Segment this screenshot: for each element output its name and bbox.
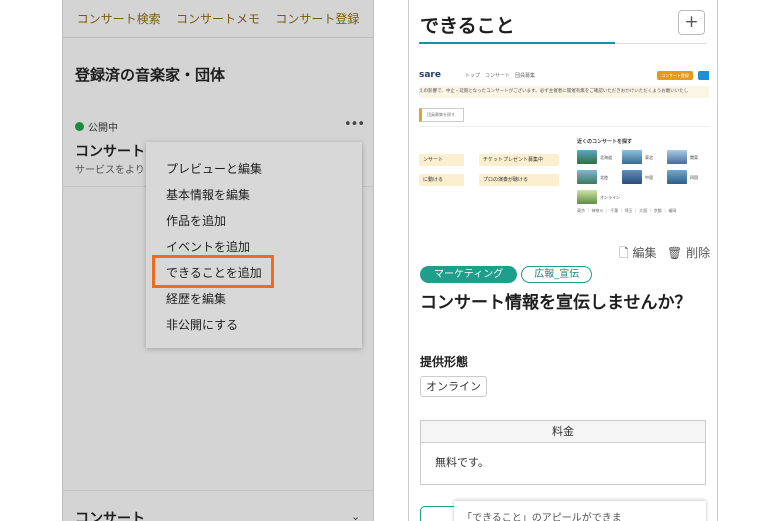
preview-blue-button bbox=[698, 71, 709, 80]
feature-title: コンサート情報を宣伝しませんか？ bbox=[420, 293, 692, 313]
top-nav: コンサート検索 コンサートメモ コンサート登録 bbox=[63, 0, 373, 38]
divider-bottom bbox=[63, 490, 373, 491]
title-underline bbox=[419, 42, 615, 44]
status-dot-icon bbox=[75, 122, 84, 131]
preview-region: 北陸 bbox=[600, 175, 608, 180]
preview-chip: プロの演奏が聴ける bbox=[479, 174, 559, 186]
fee-header: 料金 bbox=[421, 421, 705, 443]
menu-item-add-work[interactable]: 作品を追加 bbox=[146, 208, 362, 234]
preview-thumb bbox=[622, 150, 642, 164]
site-preview-image: sare トップ コンサート 団員募集 コンサート登録 えの影響で、中止・延期と… bbox=[419, 60, 709, 225]
more-options-icon[interactable]: ••• bbox=[344, 117, 365, 132]
form-value-badge: オンライン bbox=[420, 376, 487, 397]
edit-icon: 🗋 bbox=[619, 246, 629, 260]
preview-region: 北海道 bbox=[600, 155, 612, 160]
page-title: できること bbox=[420, 15, 515, 37]
edit-label: 編集 bbox=[632, 246, 657, 260]
right-panel: できること + sare トップ コンサート 団員募集 コンサート登録 えの影響… bbox=[408, 0, 718, 521]
tag-pr[interactable]: 広報_宣伝 bbox=[521, 266, 593, 283]
preview-header: sare トップ コンサート 団員募集 コンサート登録 bbox=[419, 66, 709, 86]
fee-table: 料金 無料です。 bbox=[420, 420, 706, 485]
item-subtitle: サービスをより bbox=[75, 165, 145, 176]
preview-nav: トップ コンサート 団員募集 bbox=[465, 73, 536, 79]
preview-region: 中国 bbox=[645, 175, 653, 180]
nav-concert-register[interactable]: コンサート登録 bbox=[275, 10, 359, 27]
preview-near-title: 近くのコンサートを探す bbox=[577, 139, 633, 145]
title-underline-rest bbox=[615, 43, 707, 44]
context-menu: プレビューと編集 基本情報を編集 作品を追加 イベントを追加 できることを追加 … bbox=[146, 142, 362, 348]
menu-item-edit-career[interactable]: 経歴を編集 bbox=[146, 286, 362, 312]
status-label: 公開中 bbox=[88, 123, 118, 134]
menu-item-preview-edit[interactable]: プレビューと編集 bbox=[146, 156, 362, 182]
preview-region: 四国 bbox=[690, 175, 698, 180]
preview-thumb bbox=[667, 170, 687, 184]
menu-item-make-private[interactable]: 非公開にする bbox=[146, 312, 362, 338]
menu-item-edit-basic-info[interactable]: 基本情報を編集 bbox=[146, 182, 362, 208]
status-badge: 公開中 bbox=[75, 119, 118, 134]
preview-thumb bbox=[577, 150, 597, 164]
preview-thumb bbox=[667, 150, 687, 164]
preview-region: オンライン bbox=[600, 195, 620, 200]
tag-marketing[interactable]: マーケティング bbox=[420, 266, 518, 283]
preview-thumb bbox=[577, 190, 597, 204]
preview-rule bbox=[419, 126, 709, 127]
item-title[interactable]: コンサート bbox=[75, 141, 145, 161]
preview-logo: sare bbox=[419, 70, 441, 80]
preview-register-button: コンサート登録 bbox=[657, 71, 693, 80]
tag-list: マーケティング 広報_宣伝 bbox=[420, 266, 593, 283]
preview-region: 東北 bbox=[645, 155, 653, 160]
chevron-down-icon[interactable]: ⌄ bbox=[351, 510, 360, 521]
preview-chip: チケットプレゼント募集中 bbox=[479, 154, 559, 166]
delete-button[interactable]: 🗑 削除 bbox=[667, 244, 710, 261]
preview-notice: えの影響で、中止・延期となったコンサートがございます。必ず主催者に開催有無をご確… bbox=[419, 86, 709, 98]
nav-concert-memo[interactable]: コンサートメモ bbox=[176, 10, 260, 27]
preview-prefectures: 東京 ｜ 神奈川 ｜ 千葉 ｜ 埼玉 ｜ 大阪 ｜ 京都 ｜ 福岡 bbox=[577, 208, 677, 213]
bottom-section-title[interactable]: コンサート bbox=[75, 508, 145, 521]
trash-icon: 🗑 bbox=[667, 246, 683, 260]
highlight-box bbox=[152, 255, 274, 288]
delete-label: 削除 bbox=[686, 246, 711, 260]
form-label: 提供形態 bbox=[420, 355, 469, 369]
tooltip: 「できること」のアピールができま bbox=[454, 501, 706, 521]
add-button[interactable]: + bbox=[678, 10, 705, 35]
preview-chip: ンサート bbox=[419, 154, 464, 166]
preview-thumb bbox=[577, 170, 597, 184]
preview-search: 団員募集を探す bbox=[419, 108, 464, 122]
preview-chip: に動ける bbox=[419, 174, 464, 186]
left-panel: コンサート検索 コンサートメモ コンサート登録 登録済の音楽家・団体 公開中 •… bbox=[62, 0, 374, 521]
preview-thumb bbox=[622, 170, 642, 184]
nav-concert-search[interactable]: コンサート検索 bbox=[77, 10, 161, 27]
fee-value: 無料です。 bbox=[435, 456, 489, 469]
edit-button[interactable]: 🗋 編集 bbox=[619, 244, 657, 265]
section-title: 登録済の音楽家・団体 bbox=[75, 66, 226, 84]
preview-region: 関東 bbox=[690, 155, 698, 160]
